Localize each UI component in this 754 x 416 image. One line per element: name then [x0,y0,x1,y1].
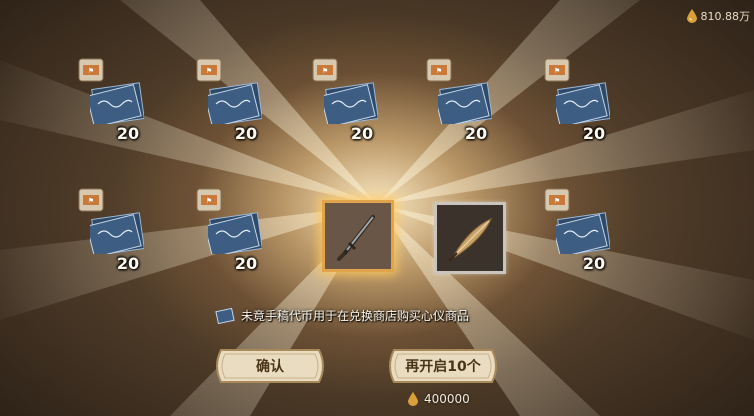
open-again-label: 再开启10个 [405,359,481,375]
svg-text:⚑: ⚑ [436,67,442,75]
open-cost: 400000 [408,392,470,406]
manuscript-badge-icon: ⚑ [196,58,222,82]
manuscript-badge-icon: ⚑ [426,58,452,82]
svg-text:⚑: ⚑ [206,197,212,205]
reward-quantity: 20 [234,124,258,143]
svg-text:⚑: ⚑ [554,67,560,75]
manuscript-card-icon [324,82,378,124]
manuscript-card-icon [90,212,144,254]
reward-quantity: 20 [350,124,374,143]
reward-item[interactable]: ⚑ 20 [78,188,168,283]
reward-item[interactable]: ⚑ 20 [426,58,516,153]
reward-quantity: 20 [116,254,140,273]
reward-item[interactable]: ⚑ 20 [312,58,402,153]
manuscript-badge-icon: ⚑ [312,58,338,82]
manuscript-badge-icon: ⚑ [544,188,570,212]
manuscript-badge-icon: ⚑ [196,188,222,212]
reward-item[interactable]: ⚑ 20 [544,188,634,283]
svg-text:⚑: ⚑ [88,67,94,75]
manuscript-card-icon [556,212,610,254]
cost-amount: 400000 [424,392,470,406]
manuscript-badge-icon: ⚑ [544,58,570,82]
reward-screen: 810.88万 ⚑ 20 ⚑ 20 ⚑ 20 ⚑ 20 ⚑ 20 ⚑ 20 ⚑ … [0,0,754,416]
ink-drop-icon [408,392,418,406]
manuscript-badge-icon: ⚑ [78,58,104,82]
currency-amount: 810.88万 [700,10,751,23]
currency-balance: 810.88万 [686,8,751,24]
manuscript-card-icon [208,82,262,124]
feather-icon [437,205,503,271]
token-info-text: 未竟手稿代币用于在兑换商店购买心仪商品 [241,309,470,323]
reward-quantity: 20 [116,124,140,143]
sword-accessory-item[interactable] [322,200,394,272]
svg-text:⚑: ⚑ [322,67,328,75]
reward-quantity: 20 [582,254,606,273]
manuscript-card-icon [556,82,610,124]
manuscript-badge-icon: ⚑ [78,188,104,212]
svg-text:⚑: ⚑ [88,197,94,205]
sword-icon [325,203,391,269]
svg-text:⚑: ⚑ [206,67,212,75]
confirm-label: 确认 [256,359,284,375]
token-info: 未竟手稿代币用于在兑换商店购买心仪商品 [215,307,469,324]
feather-quill-item[interactable] [434,202,506,274]
ink-drop-icon [686,9,697,23]
reward-item[interactable]: ⚑ 20 [196,188,286,283]
manuscript-card-icon [90,82,144,124]
svg-text:⚑: ⚑ [554,197,560,205]
manuscript-card-icon [208,212,262,254]
reward-quantity: 20 [464,124,488,143]
reward-quantity: 20 [582,124,606,143]
open-again-button[interactable]: 再开启10个 [384,348,502,384]
confirm-button[interactable]: 确认 [211,348,329,384]
manuscript-card-icon [438,82,492,124]
manuscript-token-icon [215,307,235,324]
reward-item[interactable]: ⚑ 20 [544,58,634,153]
reward-quantity: 20 [234,254,258,273]
reward-item[interactable]: ⚑ 20 [196,58,286,153]
reward-item[interactable]: ⚑ 20 [78,58,168,153]
